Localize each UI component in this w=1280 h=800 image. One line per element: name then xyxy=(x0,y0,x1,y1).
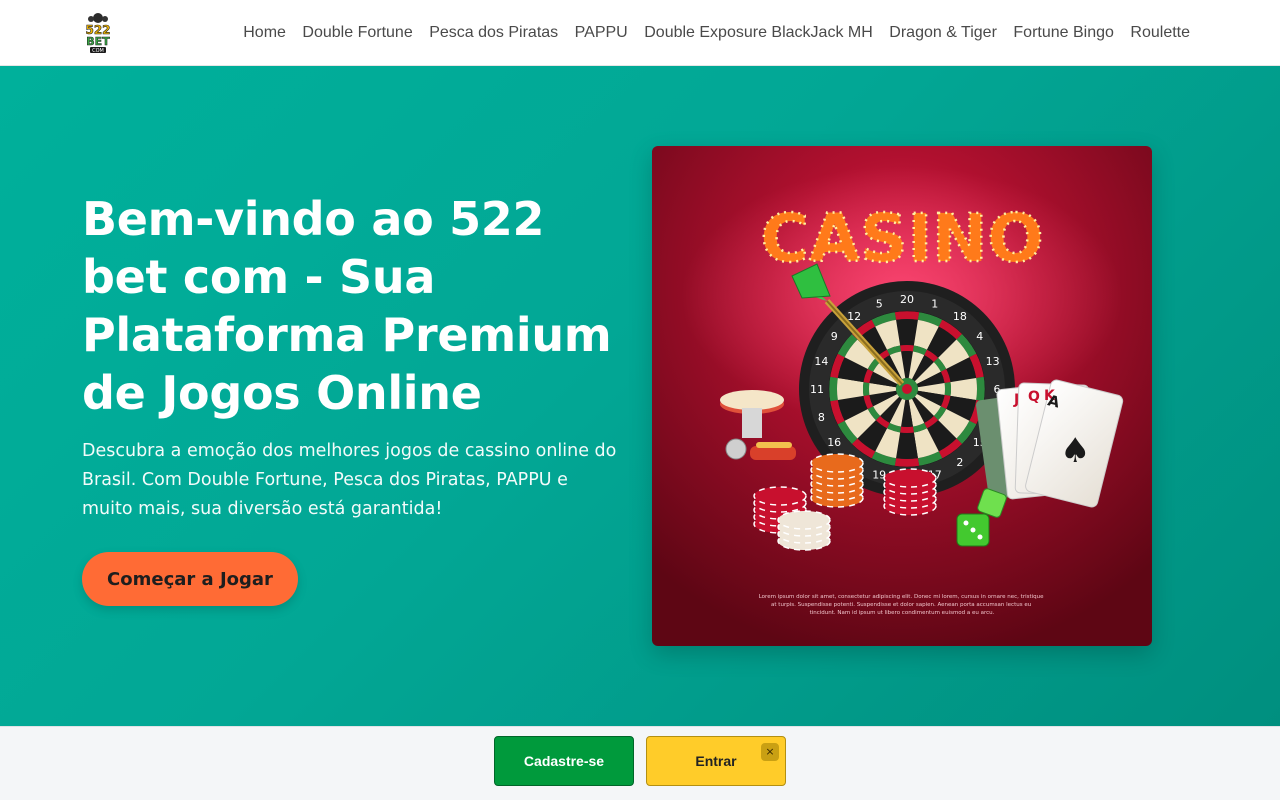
nav-roulette[interactable]: Roulette xyxy=(1130,24,1190,42)
dartboard-number: 1 xyxy=(931,297,938,310)
main-nav: Home Double Fortune Pesca dos Piratas PA… xyxy=(227,0,1190,66)
dartboard-number: 2 xyxy=(956,456,963,469)
nav-pesca-dos-piratas[interactable]: Pesca dos Piratas xyxy=(429,24,558,42)
svg-text:Q: Q xyxy=(1028,389,1040,405)
site-logo[interactable]: 522 BET COM xyxy=(82,12,114,54)
dartboard-number: 14 xyxy=(814,355,828,368)
hero-section: Bem-vindo ao 522 bet com - Sua Plataform… xyxy=(0,66,1280,726)
nav-dragon-tiger[interactable]: Dragon & Tiger xyxy=(889,24,997,42)
svg-text:♠: ♠ xyxy=(1060,431,1090,471)
dartboard-number: 9 xyxy=(831,330,838,343)
top-navbar: 522 BET COM Home Double Fortune Pesca do… xyxy=(0,0,1280,66)
register-button[interactable]: Cadastre-se xyxy=(494,736,634,786)
casino-sign-text: CASINO xyxy=(761,200,1044,277)
close-icon[interactable]: × xyxy=(761,743,779,761)
dartboard-number: 5 xyxy=(876,297,883,310)
nav-fortune-bingo[interactable]: Fortune Bingo xyxy=(1013,24,1114,42)
bottom-action-bar: Cadastre-se Entrar × xyxy=(0,726,1280,800)
dartboard-number: 8 xyxy=(818,411,825,424)
nav-home[interactable]: Home xyxy=(243,24,286,42)
hero-title: Bem-vindo ao 522 bet com - Sua Plataform… xyxy=(82,192,612,420)
dartboard-number: 4 xyxy=(976,330,983,343)
dartboard-number: 13 xyxy=(986,355,1000,368)
dartboard-number: 11 xyxy=(810,383,824,396)
dartboard-number: 18 xyxy=(953,310,967,323)
nav-pappu[interactable]: PAPPU xyxy=(575,24,628,42)
svg-text:J: J xyxy=(1013,392,1019,408)
svg-text:COM: COM xyxy=(92,48,104,54)
svg-text:BET: BET xyxy=(86,35,110,48)
start-playing-button[interactable]: Começar a Jogar xyxy=(82,552,298,606)
nav-double-exposure-blackjack[interactable]: Double Exposure BlackJack MH xyxy=(644,24,873,42)
nav-double-fortune[interactable]: Double Fortune xyxy=(302,24,412,42)
dartboard-number: 20 xyxy=(900,293,914,306)
dartboard-number: 16 xyxy=(827,436,841,449)
casino-illustration: CASINO 2011841361015217319716811149125 xyxy=(652,146,1152,646)
hero-description: Descubra a emoção dos melhores jogos de … xyxy=(82,441,617,519)
